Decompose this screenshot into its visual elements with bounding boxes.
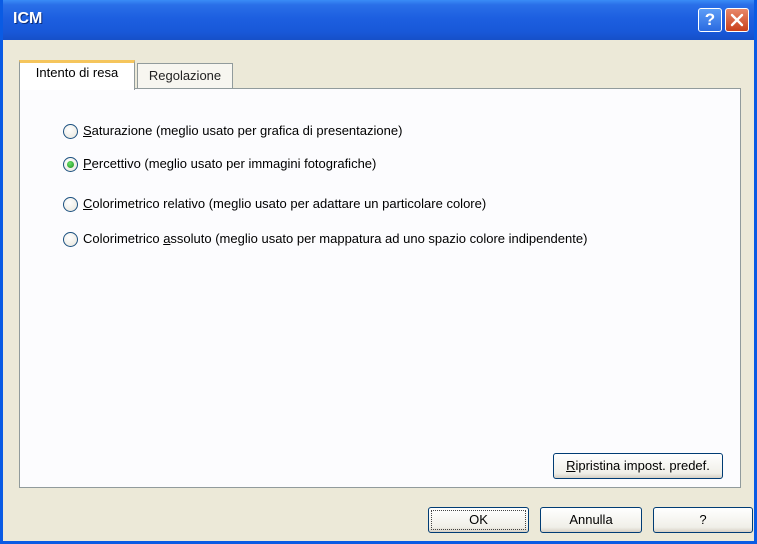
title-bar[interactable]: ICM ? [3,0,754,40]
radio-button[interactable] [63,197,78,212]
ok-button[interactable]: OK [428,507,529,533]
option-label: Saturazione (meglio usato per grafica di… [83,123,403,138]
tab-regolazione[interactable]: Regolazione [137,63,233,88]
tab-label: Intento di resa [35,65,119,80]
title-help-button[interactable]: ? [698,8,722,32]
icm-dialog: ICM ? Intento di resa Regolazione Satura… [0,0,757,544]
close-button[interactable] [725,8,749,32]
radio-button[interactable] [63,124,78,139]
radio-button-selected[interactable] [63,157,78,172]
option-label: Percettivo (meglio usato per immagini fo… [83,156,377,171]
help-icon: ? [704,10,716,29]
tab-intento-di-resa[interactable]: Intento di resa [19,60,135,90]
cancel-button[interactable]: Annulla [540,507,642,533]
window-title: ICM [13,10,43,27]
tab-panel: Saturazione (meglio usato per grafica di… [19,88,741,488]
option-label: Colorimetrico relativo (meglio usato per… [83,196,487,211]
option-label: Colorimetrico assoluto (meglio usato per… [83,231,588,246]
help-button[interactable]: ? [653,507,753,533]
tab-label: Regolazione [148,68,222,83]
radio-button[interactable] [63,232,78,247]
restore-defaults-button[interactable]: Ripristina impost. predef. [553,453,723,479]
close-icon [730,13,744,27]
